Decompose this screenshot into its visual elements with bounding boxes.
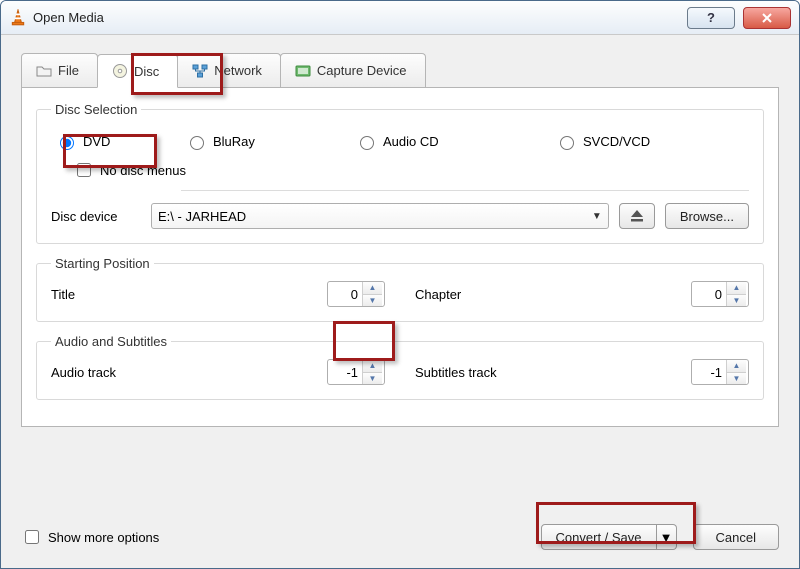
tab-network[interactable]: Network xyxy=(177,53,281,87)
radio-bluray-input[interactable] xyxy=(190,136,204,150)
browse-button[interactable]: Browse... xyxy=(665,203,749,229)
show-more-options-checkbox[interactable] xyxy=(25,530,39,544)
spin-up-icon[interactable]: ▲ xyxy=(727,282,746,295)
tab-label: Network xyxy=(214,63,262,78)
radio-audiocd[interactable]: Audio CD xyxy=(355,133,555,150)
source-tabs: File Disc Network Capture Device xyxy=(21,53,779,88)
tab-file[interactable]: File xyxy=(21,53,98,87)
no-disc-menus-checkbox[interactable] xyxy=(77,163,91,177)
show-more-options[interactable]: Show more options xyxy=(21,527,159,547)
radio-label: SVCD/VCD xyxy=(583,134,650,149)
group-legend: Starting Position xyxy=(51,256,154,271)
window-title: Open Media xyxy=(33,10,687,25)
disc-device-label: Disc device xyxy=(51,209,141,224)
radio-svcd[interactable]: SVCD/VCD xyxy=(555,133,650,150)
convert-save-dropdown[interactable]: ▼ xyxy=(657,524,677,550)
combo-value: E:\ - JARHEAD xyxy=(158,209,246,224)
tab-disc[interactable]: Disc xyxy=(97,54,178,88)
cancel-button[interactable]: Cancel xyxy=(693,524,779,550)
capture-icon xyxy=(295,63,311,79)
group-legend: Audio and Subtitles xyxy=(51,334,171,349)
subtitles-track-spin[interactable]: ▲▼ xyxy=(691,359,749,385)
tab-label: Capture Device xyxy=(317,63,407,78)
tab-label: Disc xyxy=(134,64,159,79)
audio-track-input[interactable] xyxy=(328,360,362,384)
radio-svcd-input[interactable] xyxy=(560,136,574,150)
disc-device-combo[interactable]: E:\ - JARHEAD ▼ xyxy=(151,203,609,229)
button-label: Cancel xyxy=(716,530,756,545)
convert-save-button[interactable]: Convert / Save xyxy=(541,524,657,550)
title-spin[interactable]: ▲▼ xyxy=(327,281,385,307)
tab-capture[interactable]: Capture Device xyxy=(280,53,426,87)
eject-button[interactable] xyxy=(619,203,655,229)
separator xyxy=(181,190,749,191)
disc-selection-group: Disc Selection DVD BluRay Audio CD xyxy=(36,102,764,244)
convert-save-split-button[interactable]: Convert / Save ▼ xyxy=(541,524,677,550)
titlebar: Open Media ? xyxy=(1,1,799,35)
audio-track-spin[interactable]: ▲▼ xyxy=(327,359,385,385)
chapter-label: Chapter xyxy=(415,287,461,302)
spin-down-icon[interactable]: ▼ xyxy=(727,295,746,307)
spin-down-icon[interactable]: ▼ xyxy=(363,295,382,307)
radio-label: BluRay xyxy=(213,134,255,149)
chapter-input[interactable] xyxy=(692,282,726,306)
open-media-window: Open Media ? File Disc Network C xyxy=(0,0,800,569)
chevron-down-icon: ▼ xyxy=(660,530,673,545)
radio-dvd[interactable]: DVD xyxy=(55,133,185,150)
button-label: Convert / Save xyxy=(556,530,642,545)
radio-bluray[interactable]: BluRay xyxy=(185,133,355,150)
radio-label: DVD xyxy=(83,134,110,149)
help-button[interactable]: ? xyxy=(687,7,735,29)
checkbox-label: Show more options xyxy=(48,530,159,545)
checkbox-label: No disc menus xyxy=(100,163,186,178)
starting-position-group: Starting Position Title ▲▼ Chapter xyxy=(36,256,764,322)
tab-panel-disc: Disc Selection DVD BluRay Audio CD xyxy=(21,88,779,427)
subtitles-track-input[interactable] xyxy=(692,360,726,384)
close-icon xyxy=(760,11,774,25)
subtitles-track-label: Subtitles track xyxy=(415,365,497,380)
chevron-down-icon: ▼ xyxy=(592,211,602,222)
close-button[interactable] xyxy=(743,7,791,29)
folder-icon xyxy=(36,63,52,79)
vlc-cone-icon xyxy=(9,9,27,27)
spin-up-icon[interactable]: ▲ xyxy=(727,360,746,373)
chapter-spin[interactable]: ▲▼ xyxy=(691,281,749,307)
radio-label: Audio CD xyxy=(383,134,439,149)
title-label: Title xyxy=(51,287,141,302)
spin-down-icon[interactable]: ▼ xyxy=(363,373,382,385)
radio-audiocd-input[interactable] xyxy=(360,136,374,150)
audio-track-label: Audio track xyxy=(51,365,141,380)
eject-icon xyxy=(629,209,645,223)
group-legend: Disc Selection xyxy=(51,102,141,117)
spin-up-icon[interactable]: ▲ xyxy=(363,282,382,295)
spin-up-icon[interactable]: ▲ xyxy=(363,360,382,373)
radio-dvd-input[interactable] xyxy=(60,136,74,150)
audio-subtitles-group: Audio and Subtitles Audio track ▲▼ Subti… xyxy=(36,334,764,400)
spin-down-icon[interactable]: ▼ xyxy=(727,373,746,385)
disc-icon xyxy=(112,63,128,79)
tab-label: File xyxy=(58,63,79,78)
network-icon xyxy=(192,63,208,79)
title-input[interactable] xyxy=(328,282,362,306)
button-label: Browse... xyxy=(680,209,734,224)
